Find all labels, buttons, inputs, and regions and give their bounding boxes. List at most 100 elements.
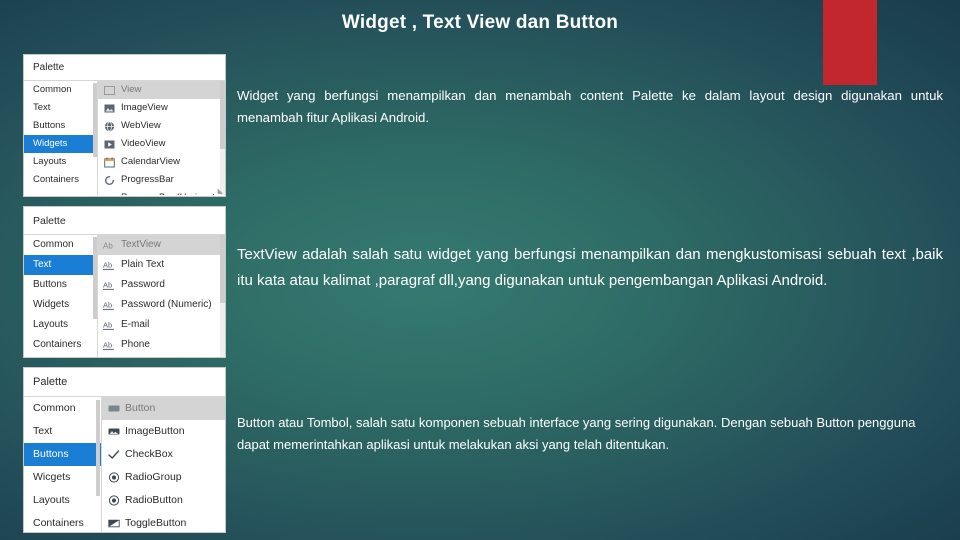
svg-text:Ab: Ab [103, 260, 112, 269]
palette-item-checkbox[interactable]: CheckBox [102, 443, 225, 466]
page-title: Widget , Text View dan Button [341, 12, 619, 33]
category-scrollbar[interactable] [93, 237, 97, 319]
palette-item-view[interactable]: View [98, 81, 225, 99]
image-view-icon [103, 102, 116, 115]
ab-underline-icon: Ab [103, 259, 116, 272]
palette-category-text[interactable]: Text [24, 99, 97, 117]
palette-item-label: ProgressBar (Horizontal) [121, 189, 225, 195]
palette-body: Common Text Buttons Widgets Layouts Cont… [24, 81, 225, 195]
palette-header: Palette [24, 368, 225, 397]
palette-item-label: E-mail [121, 319, 150, 330]
palette-item-progressbar[interactable]: ProgressBar [98, 171, 225, 189]
palette-item-label: RadioButton [125, 494, 183, 506]
palette-item-calendarview[interactable]: CalendarView [98, 153, 225, 171]
palette-panel-text: Palette Common Text Buttons Widgets Layo… [23, 206, 226, 358]
palette-category-common[interactable]: Common [24, 397, 101, 420]
palette-header: Palette [24, 55, 225, 81]
radio-button-icon [107, 494, 120, 507]
svg-text:Ab: Ab [103, 300, 112, 309]
palette-body: Common Text Buttons Widgets Layouts Cont… [24, 235, 225, 357]
svg-text:Ab: Ab [103, 340, 112, 349]
palette-item-label: ProgressBar [121, 174, 174, 185]
ab-icon: Ab [103, 239, 116, 252]
palette-category-text[interactable]: Text [24, 420, 101, 443]
palette-category-layouts[interactable]: Layouts [24, 315, 97, 335]
palette-item-imagebutton[interactable]: ImageButton [102, 420, 225, 443]
svg-text:Ab: Ab [103, 320, 112, 329]
palette-panel-buttons: Palette Common Text Buttons Wicgets Layo… [23, 367, 226, 533]
palette-item-webview[interactable]: WebView [98, 117, 225, 135]
palette-item-progressbar-horizontal[interactable]: ProgressBar (Horizontal) [98, 189, 225, 195]
ab-underline-icon: Ab [103, 319, 116, 332]
palette-category-layouts[interactable]: Layouts [24, 489, 101, 512]
palette-item-label: ToggleButton [125, 517, 187, 529]
palette-header: Palette [24, 207, 225, 235]
palette-panel-widgets: Palette Common Text Buttons Widgets Layo… [23, 54, 226, 197]
palette-category-containers[interactable]: Containers [24, 335, 97, 355]
category-scrollbar[interactable] [93, 83, 97, 157]
svg-text:Ab: Ab [103, 241, 113, 250]
palette-item-imageview[interactable]: ImageView [98, 99, 225, 117]
palette-item-label: Password [121, 279, 165, 290]
palette-category-list[interactable]: Common Text Buttons Widgets Layouts Cont… [24, 81, 98, 195]
presentation-slide: Widget , Text View dan Button Widget yan… [0, 0, 960, 540]
image-button-icon [107, 425, 120, 438]
palette-category-widgets[interactable]: Wicgets [24, 466, 101, 489]
palette-scrollbar-thumb[interactable] [220, 81, 225, 150]
palette-item-postal-address[interactable]: Ab Postal Address [98, 355, 225, 357]
palette-category-common[interactable]: Common [24, 235, 97, 255]
palette-item-videoview[interactable]: VideoView [98, 135, 225, 153]
palette-category-layouts[interactable]: Layouts [24, 153, 97, 171]
palette-item-label: Plain Text [121, 259, 165, 270]
palette-category-buttons[interactable]: Buttons [24, 275, 97, 295]
palette-item-list[interactable]: Button ImageButton CheckBox RadioGroup R… [102, 397, 225, 532]
calendar-view-icon [103, 156, 116, 169]
resize-grip-icon[interactable]: ◣ [218, 188, 223, 195]
palette-category-buttons[interactable]: Buttons [24, 117, 97, 135]
palette-item-list[interactable]: View ImageView WebView VideoView Calenda… [98, 81, 225, 195]
category-scrollbar[interactable] [96, 400, 100, 496]
palette-item-label: Phone [121, 339, 150, 350]
palette-item-phone[interactable]: Ab Phone [98, 335, 225, 355]
palette-body: Common Text Buttons Wicgets Layouts Cont… [24, 397, 225, 532]
palette-item-togglebutton[interactable]: ToggleButton [102, 512, 225, 532]
palette-item-radiobutton[interactable]: RadioButton [102, 489, 225, 512]
palette-item-textview[interactable]: Ab TextView [98, 235, 225, 255]
web-view-icon [103, 120, 116, 133]
palette-item-label: CalendarView [121, 156, 180, 167]
palette-item-label: View [121, 84, 142, 95]
palette-item-button[interactable]: Button [102, 397, 225, 420]
palette-item-label: WebView [121, 120, 161, 131]
paragraph-button: Button atau Tombol, salah satu komponen … [237, 415, 916, 452]
palette-category-list[interactable]: Common Text Buttons Widgets Layouts Cont… [24, 235, 98, 357]
palette-item-email[interactable]: Ab E-mail [98, 315, 225, 335]
progress-bar-horizontal-icon [103, 192, 116, 196]
palette-category-buttons[interactable]: Buttons [24, 443, 101, 466]
palette-scrollbar-thumb[interactable] [220, 235, 225, 303]
palette-category-containers[interactable]: Containers [24, 171, 97, 189]
palette-category-common[interactable]: Common [24, 81, 97, 99]
svg-text:Ab: Ab [103, 280, 112, 289]
palette-item-list[interactable]: Ab TextView Ab Plain Text Ab Password Ab… [98, 235, 225, 357]
palette-item-label: CheckBox [125, 448, 173, 460]
palette-item-label: ImageButton [125, 425, 185, 437]
toggle-button-icon [107, 517, 120, 530]
palette-scrollbar[interactable] [220, 81, 225, 195]
palette-category-containers[interactable]: Containers [24, 512, 101, 532]
palette-category-widgets[interactable]: Widgets [24, 295, 97, 315]
palette-item-radiogroup[interactable]: RadioGroup [102, 466, 225, 489]
palette-item-label: Password (Numeric) [121, 299, 212, 310]
palette-item-plain-text[interactable]: Ab Plain Text [98, 255, 225, 275]
palette-category-text[interactable]: Text [24, 255, 97, 275]
palette-item-label: TextView [121, 239, 161, 250]
ab-underline-icon: Ab [103, 279, 116, 292]
ab-underline-icon: Ab [103, 339, 116, 352]
palette-item-password-numeric[interactable]: Ab Password (Numeric) [98, 295, 225, 315]
palette-scrollbar[interactable] [220, 235, 225, 357]
progress-bar-icon [103, 174, 116, 187]
palette-item-label: Button [125, 402, 156, 414]
palette-item-label: VideoView [121, 138, 166, 149]
palette-item-password[interactable]: Ab Password [98, 275, 225, 295]
palette-category-list[interactable]: Common Text Buttons Wicgets Layouts Cont… [24, 397, 102, 532]
palette-category-widgets[interactable]: Widgets [24, 135, 97, 153]
